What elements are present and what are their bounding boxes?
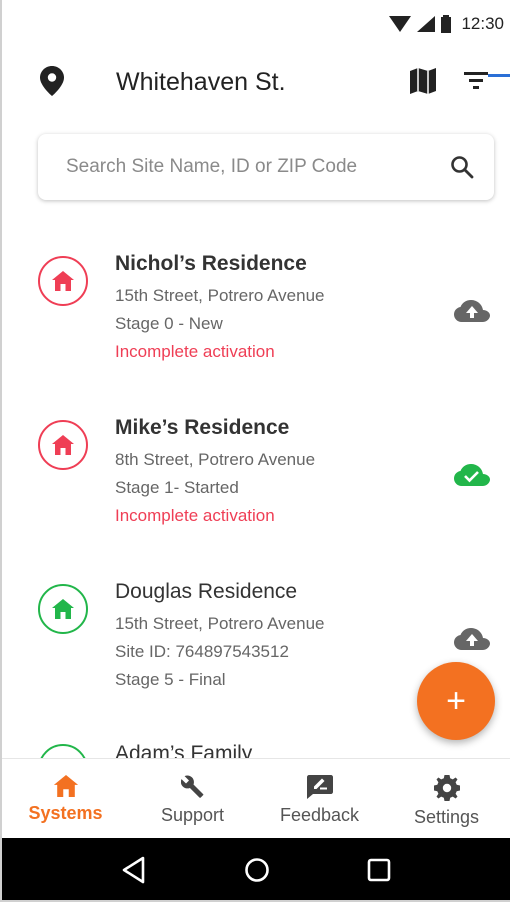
- wrench-icon: [180, 775, 203, 798]
- site-id: Site ID: 764897543512: [115, 642, 289, 661]
- search-icon[interactable]: [450, 155, 474, 179]
- system-nav-bar: [2, 838, 510, 900]
- nav-tab-label: Feedback: [279, 805, 360, 825]
- app-frame: 12:30 Whitehaven St. Search Site Name, I…: [0, 0, 510, 902]
- page-title: Whitehaven St.: [116, 68, 286, 96]
- signal-icon: [417, 16, 436, 32]
- app-header: Whitehaven St.: [2, 52, 510, 112]
- home-icon: [53, 775, 78, 797]
- search-input[interactable]: [66, 134, 436, 200]
- nav-tab-label: Settings: [413, 807, 480, 827]
- nav-tab-label: Support: [160, 805, 225, 825]
- cloud-upload-icon: [454, 628, 490, 650]
- site-name: Mike’s Residence: [115, 416, 290, 439]
- site-stage: Stage 0 - New: [115, 314, 223, 333]
- site-address: 15th Street, Potrero Avenue: [115, 614, 325, 633]
- home-button-icon[interactable]: [244, 857, 270, 883]
- site-name: Douglas Residence: [115, 580, 298, 603]
- site-stage: Stage 5 - Final: [115, 670, 226, 689]
- site-address: 15th Street, Potrero Avenue: [115, 286, 325, 305]
- cloud-done-icon: [454, 464, 490, 486]
- site-warning: Incomplete activation: [115, 506, 275, 525]
- nav-tab-label: Systems: [28, 803, 103, 823]
- filter-accent-bar: [488, 74, 510, 77]
- site-address: 8th Street, Potrero Avenue: [115, 450, 316, 469]
- map-icon[interactable]: [410, 68, 436, 94]
- list-item-site[interactable]: Nichol’s Residence 15th Street, Potrero …: [2, 248, 510, 412]
- cloud-upload-icon: [454, 300, 490, 322]
- nav-tab-settings[interactable]: Settings: [383, 759, 510, 838]
- status-time: 12:30: [461, 14, 504, 33]
- battery-icon: [441, 15, 452, 33]
- home-status-green-icon: [38, 744, 88, 758]
- add-site-button[interactable]: +: [417, 662, 495, 740]
- home-status-red-icon: [38, 256, 88, 306]
- nav-tab-feedback[interactable]: Feedback: [256, 759, 383, 838]
- wifi-icon: [389, 16, 412, 32]
- filter-icon[interactable]: [464, 70, 490, 90]
- recents-icon[interactable]: [367, 858, 391, 882]
- bottom-nav: Systems Support Feedback Settings: [2, 758, 510, 838]
- home-status-green-icon: [38, 584, 88, 634]
- list-item-site[interactable]: Adam’s Family: [2, 740, 510, 758]
- site-name: Adam’s Family: [115, 742, 253, 758]
- feedback-icon: [306, 775, 333, 799]
- nav-tab-support[interactable]: Support: [129, 759, 256, 838]
- back-icon[interactable]: [121, 856, 147, 884]
- nav-tab-systems[interactable]: Systems: [2, 759, 129, 838]
- list-item-site[interactable]: Mike’s Residence 8th Street, Potrero Ave…: [2, 412, 510, 576]
- home-status-red-icon: [38, 420, 88, 470]
- gear-icon: [433, 775, 460, 801]
- search-box: [38, 134, 494, 200]
- site-warning: Incomplete activation: [115, 342, 275, 361]
- site-name: Nichol’s Residence: [115, 252, 307, 275]
- status-bar: 12:30: [2, 0, 510, 48]
- location-pin-icon[interactable]: [40, 66, 64, 96]
- site-stage: Stage 1- Started: [115, 478, 239, 497]
